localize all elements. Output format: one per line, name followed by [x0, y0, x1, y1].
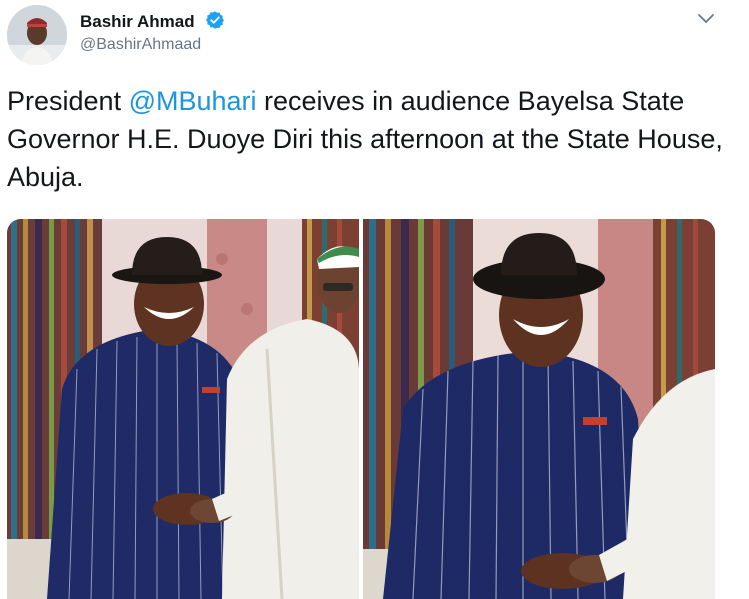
- photo-handshake-wide[interactable]: [7, 219, 359, 599]
- author-name[interactable]: Bashir Ahmad: [80, 12, 195, 32]
- tweet-card: Bashir Ahmad @BashirAhmaad President @MB…: [0, 0, 749, 599]
- tweet-text: President @MBuhari receives in audience …: [7, 82, 737, 196]
- author-avatar[interactable]: [7, 5, 67, 65]
- chevron-down-icon[interactable]: [697, 12, 715, 26]
- verified-badge-icon: [206, 11, 224, 29]
- media-grid: [7, 219, 715, 599]
- photo-handshake-closeup[interactable]: [363, 219, 715, 599]
- mention-link[interactable]: @MBuhari: [129, 86, 257, 116]
- tweet-text-lead: President: [7, 86, 129, 116]
- author-handle[interactable]: @BashirAhmaad: [80, 36, 201, 54]
